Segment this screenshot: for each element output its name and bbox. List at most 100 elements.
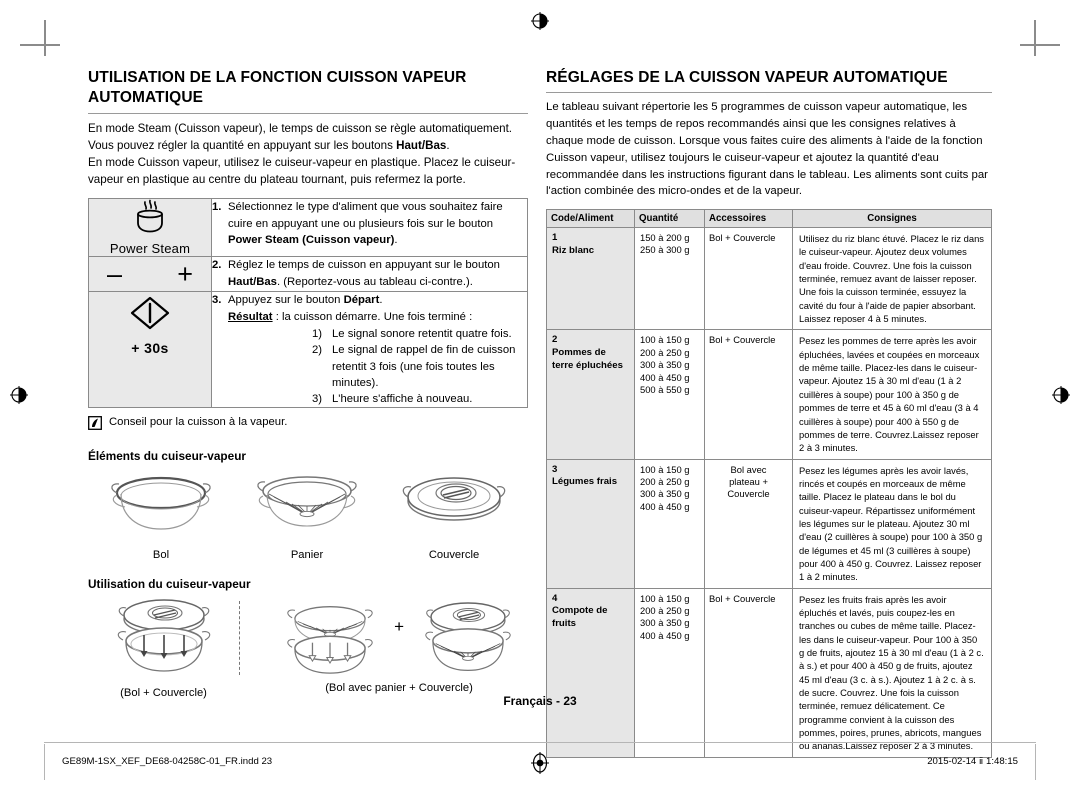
registration-mark-left bbox=[10, 386, 28, 404]
bowl-plus-lid-illustration bbox=[117, 599, 210, 672]
footer-filename: GE89M-1SX_XEF_DE68-04258C-01_FR.indd 23 bbox=[62, 756, 273, 767]
sub-item-2: 2) Le signal de rappel de fin de cuisson … bbox=[312, 342, 527, 391]
row-4-accessories: Bol + Couvercle bbox=[704, 587, 793, 758]
elements-illustrations: Bol Panier Couvercle bbox=[88, 469, 528, 561]
result-label: Résultat bbox=[228, 310, 273, 323]
step-row-2: – + 2. Réglez le temps de cuisson en app… bbox=[88, 256, 528, 293]
subhead-usage: Utilisation du cuiseur-vapeur bbox=[88, 577, 251, 592]
row-2-food: Pommes de terre épluchées bbox=[552, 347, 623, 371]
left-intro-line-3: En mode Cuisson vapeur, utilisez le cuis… bbox=[88, 155, 516, 186]
row-1-code-food: 1 Riz blanc bbox=[546, 227, 635, 331]
power-steam-label: Power Steam bbox=[109, 241, 191, 257]
row-3-quantity: 100 à 150 g 200 à 250 g 300 à 350 g 400 … bbox=[634, 458, 705, 589]
row-3-food: Légumes frais bbox=[552, 476, 618, 488]
row-4-code-food: 4 Compote de fruits bbox=[546, 587, 635, 758]
step-2-text-bold: Haut/Bas bbox=[228, 275, 277, 288]
step-3-line1-before: Appuyez sur le bouton bbox=[228, 294, 344, 307]
usage-plus-sign: + bbox=[394, 617, 404, 637]
step-1-number: 1. bbox=[212, 201, 222, 214]
footer-registration-mark bbox=[530, 752, 550, 779]
basket-illustration bbox=[257, 476, 357, 527]
element-bowl-caption: Bol bbox=[152, 549, 170, 562]
note-text: Conseil pour la cuisson à la vapeur. bbox=[109, 416, 288, 429]
row-3-code: 3 bbox=[552, 463, 558, 475]
bowl-with-basket-illustration bbox=[287, 606, 373, 675]
row-2-quantity: 100 à 150 g 200 à 250 g 300 à 350 g 400 … bbox=[634, 329, 705, 460]
step-2-text-before: Réglez le temps de cuisson en appuyant s… bbox=[228, 259, 500, 272]
row-3-acc-1: Bol avec bbox=[730, 463, 767, 475]
th-quantite: Quantité bbox=[634, 209, 705, 229]
step-1-body: Sélectionnez le type d'aliment que vous … bbox=[228, 199, 527, 248]
note-icon bbox=[88, 416, 102, 433]
left-intro-line-2c: . bbox=[446, 138, 450, 152]
element-lid: Couvercle bbox=[380, 469, 528, 561]
table-row: 1 Riz blanc 150 à 200 g 250 à 300 g Bol … bbox=[546, 227, 992, 331]
row-2-qty-5: 500 à 550 g bbox=[640, 384, 690, 396]
row-4-qty-4: 400 à 450 g bbox=[640, 629, 690, 641]
step-1-icon-cell: Power Steam bbox=[88, 198, 212, 258]
row-4-quantity: 100 à 150 g 200 à 250 g 300 à 350 g 400 … bbox=[634, 587, 705, 758]
row-2-code-food: 2 Pommes de terre épluchées bbox=[546, 329, 635, 460]
tip-note: Conseil pour la cuisson à la vapeur. bbox=[88, 415, 528, 433]
crop-mark-top-right-horizontal bbox=[1020, 44, 1060, 46]
step-3-sublist: 1) Le signal sonore retentit quatre fois.… bbox=[228, 326, 527, 407]
subhead-elements: Éléments du cuiseur-vapeur bbox=[88, 449, 246, 464]
right-section-title: RÉGLAGES DE LA CUISSON VAPEUR AUTOMATIQU… bbox=[546, 68, 992, 94]
sub-item-1-number: 1) bbox=[312, 328, 323, 340]
left-intro-line-1: En mode Steam (Cuisson vapeur), le temps… bbox=[88, 121, 513, 135]
table-header-row: Code/Aliment Quantité Accessoires Consig… bbox=[546, 209, 992, 229]
usage-divider bbox=[239, 601, 241, 676]
step-row-1: Power Steam 1. Sélectionnez le type d'al… bbox=[88, 198, 528, 258]
footer-rule bbox=[44, 742, 1036, 743]
minus-icon: – bbox=[107, 258, 123, 289]
step-row-3: + 30s 3. Appuyez sur le bouton Départ. R… bbox=[88, 291, 528, 409]
footer-timestamp: 2015-02-14 ⅱ 1:48:15 bbox=[927, 756, 1018, 767]
row-3-qty-1: 100 à 150 g bbox=[640, 463, 690, 475]
power-steam-icon bbox=[89, 199, 211, 240]
result-text: : la cuisson démarre. Une fois terminé : bbox=[272, 310, 473, 323]
row-1-code: 1 bbox=[552, 232, 558, 244]
crop-mark-top-right-vertical bbox=[1034, 20, 1036, 56]
row-3-qty-4: 400 à 450 g bbox=[640, 500, 690, 512]
left-intro-paragraph: En mode Steam (Cuisson vapeur), le temps… bbox=[88, 120, 528, 188]
sub-item-3-number: 3) bbox=[312, 393, 323, 406]
row-4-code: 4 bbox=[552, 592, 558, 604]
crop-mark-top-left-horizontal bbox=[20, 44, 60, 46]
row-2-instructions: Pesez les pommes de terre après les avoi… bbox=[792, 329, 992, 460]
row-1-acc-1: Bol + Couvercle bbox=[709, 232, 776, 244]
row-2-acc-1: Bol + Couvercle bbox=[709, 334, 776, 346]
registration-mark-top bbox=[531, 12, 549, 30]
step-1-text-before: Sélectionnez le type d'aliment que vous … bbox=[228, 201, 503, 230]
sub-item-2-text: Le signal de rappel de fin de cuisson re… bbox=[332, 344, 516, 389]
element-lid-caption: Couvercle bbox=[428, 549, 480, 562]
document-page: UTILISATION DE LA FONCTION CUISSON VAPEU… bbox=[0, 0, 1080, 788]
step-2-icon-cell: – + bbox=[88, 256, 212, 293]
registration-mark-right bbox=[1052, 386, 1070, 404]
step-2-body: Réglez le temps de cuisson en appuyant s… bbox=[228, 257, 527, 290]
step-2-text-cell: 2. Réglez le temps de cuisson en appuyan… bbox=[211, 256, 528, 293]
right-intro-paragraph: Le tableau suivant répertorie les 5 prog… bbox=[546, 101, 988, 198]
steam-programs-table: Code/Aliment Quantité Accessoires Consig… bbox=[546, 209, 992, 758]
row-3-qty-3: 300 à 350 g bbox=[640, 488, 690, 500]
th-code-aliment: Code/Aliment bbox=[546, 209, 635, 229]
usage-bowl-lid: (Bol + Couvercle) bbox=[88, 597, 239, 699]
row-1-food: Riz blanc bbox=[552, 244, 595, 256]
row-2-qty-3: 300 à 350 g bbox=[640, 359, 690, 371]
step-3-line1-after: . bbox=[379, 294, 383, 307]
step-1-text-bold: Power Steam (Cuisson vapeur) bbox=[228, 234, 395, 246]
depart-bold: Départ bbox=[343, 294, 380, 307]
row-1-instructions: Utilisez du riz blanc étuvé. Placez le r… bbox=[792, 227, 992, 331]
plus-30s-label: + 30s bbox=[131, 340, 169, 357]
row-2-qty-2: 200 à 250 g bbox=[640, 346, 690, 358]
row-2-accessories: Bol + Couvercle bbox=[704, 329, 793, 460]
haut-bas-bold: Haut/Bas bbox=[396, 138, 447, 152]
table-row: 3 Légumes frais 100 à 150 g 200 à 250 g … bbox=[546, 458, 992, 589]
row-4-qty-2: 200 à 250 g bbox=[640, 605, 690, 617]
element-bowl: Bol bbox=[88, 469, 234, 561]
row-4-instructions: Pesez les fruits frais après les avoir é… bbox=[792, 587, 992, 758]
page-number: Français - 23 bbox=[503, 694, 577, 708]
table-row: 4 Compote de fruits 100 à 150 g 200 à 25… bbox=[546, 587, 992, 758]
step-3-number: 3. bbox=[212, 294, 222, 307]
sub-item-1: 1) Le signal sonore retentit quatre fois. bbox=[312, 326, 527, 342]
steps-table: Power Steam 1. Sélectionnez le type d'al… bbox=[88, 198, 528, 409]
